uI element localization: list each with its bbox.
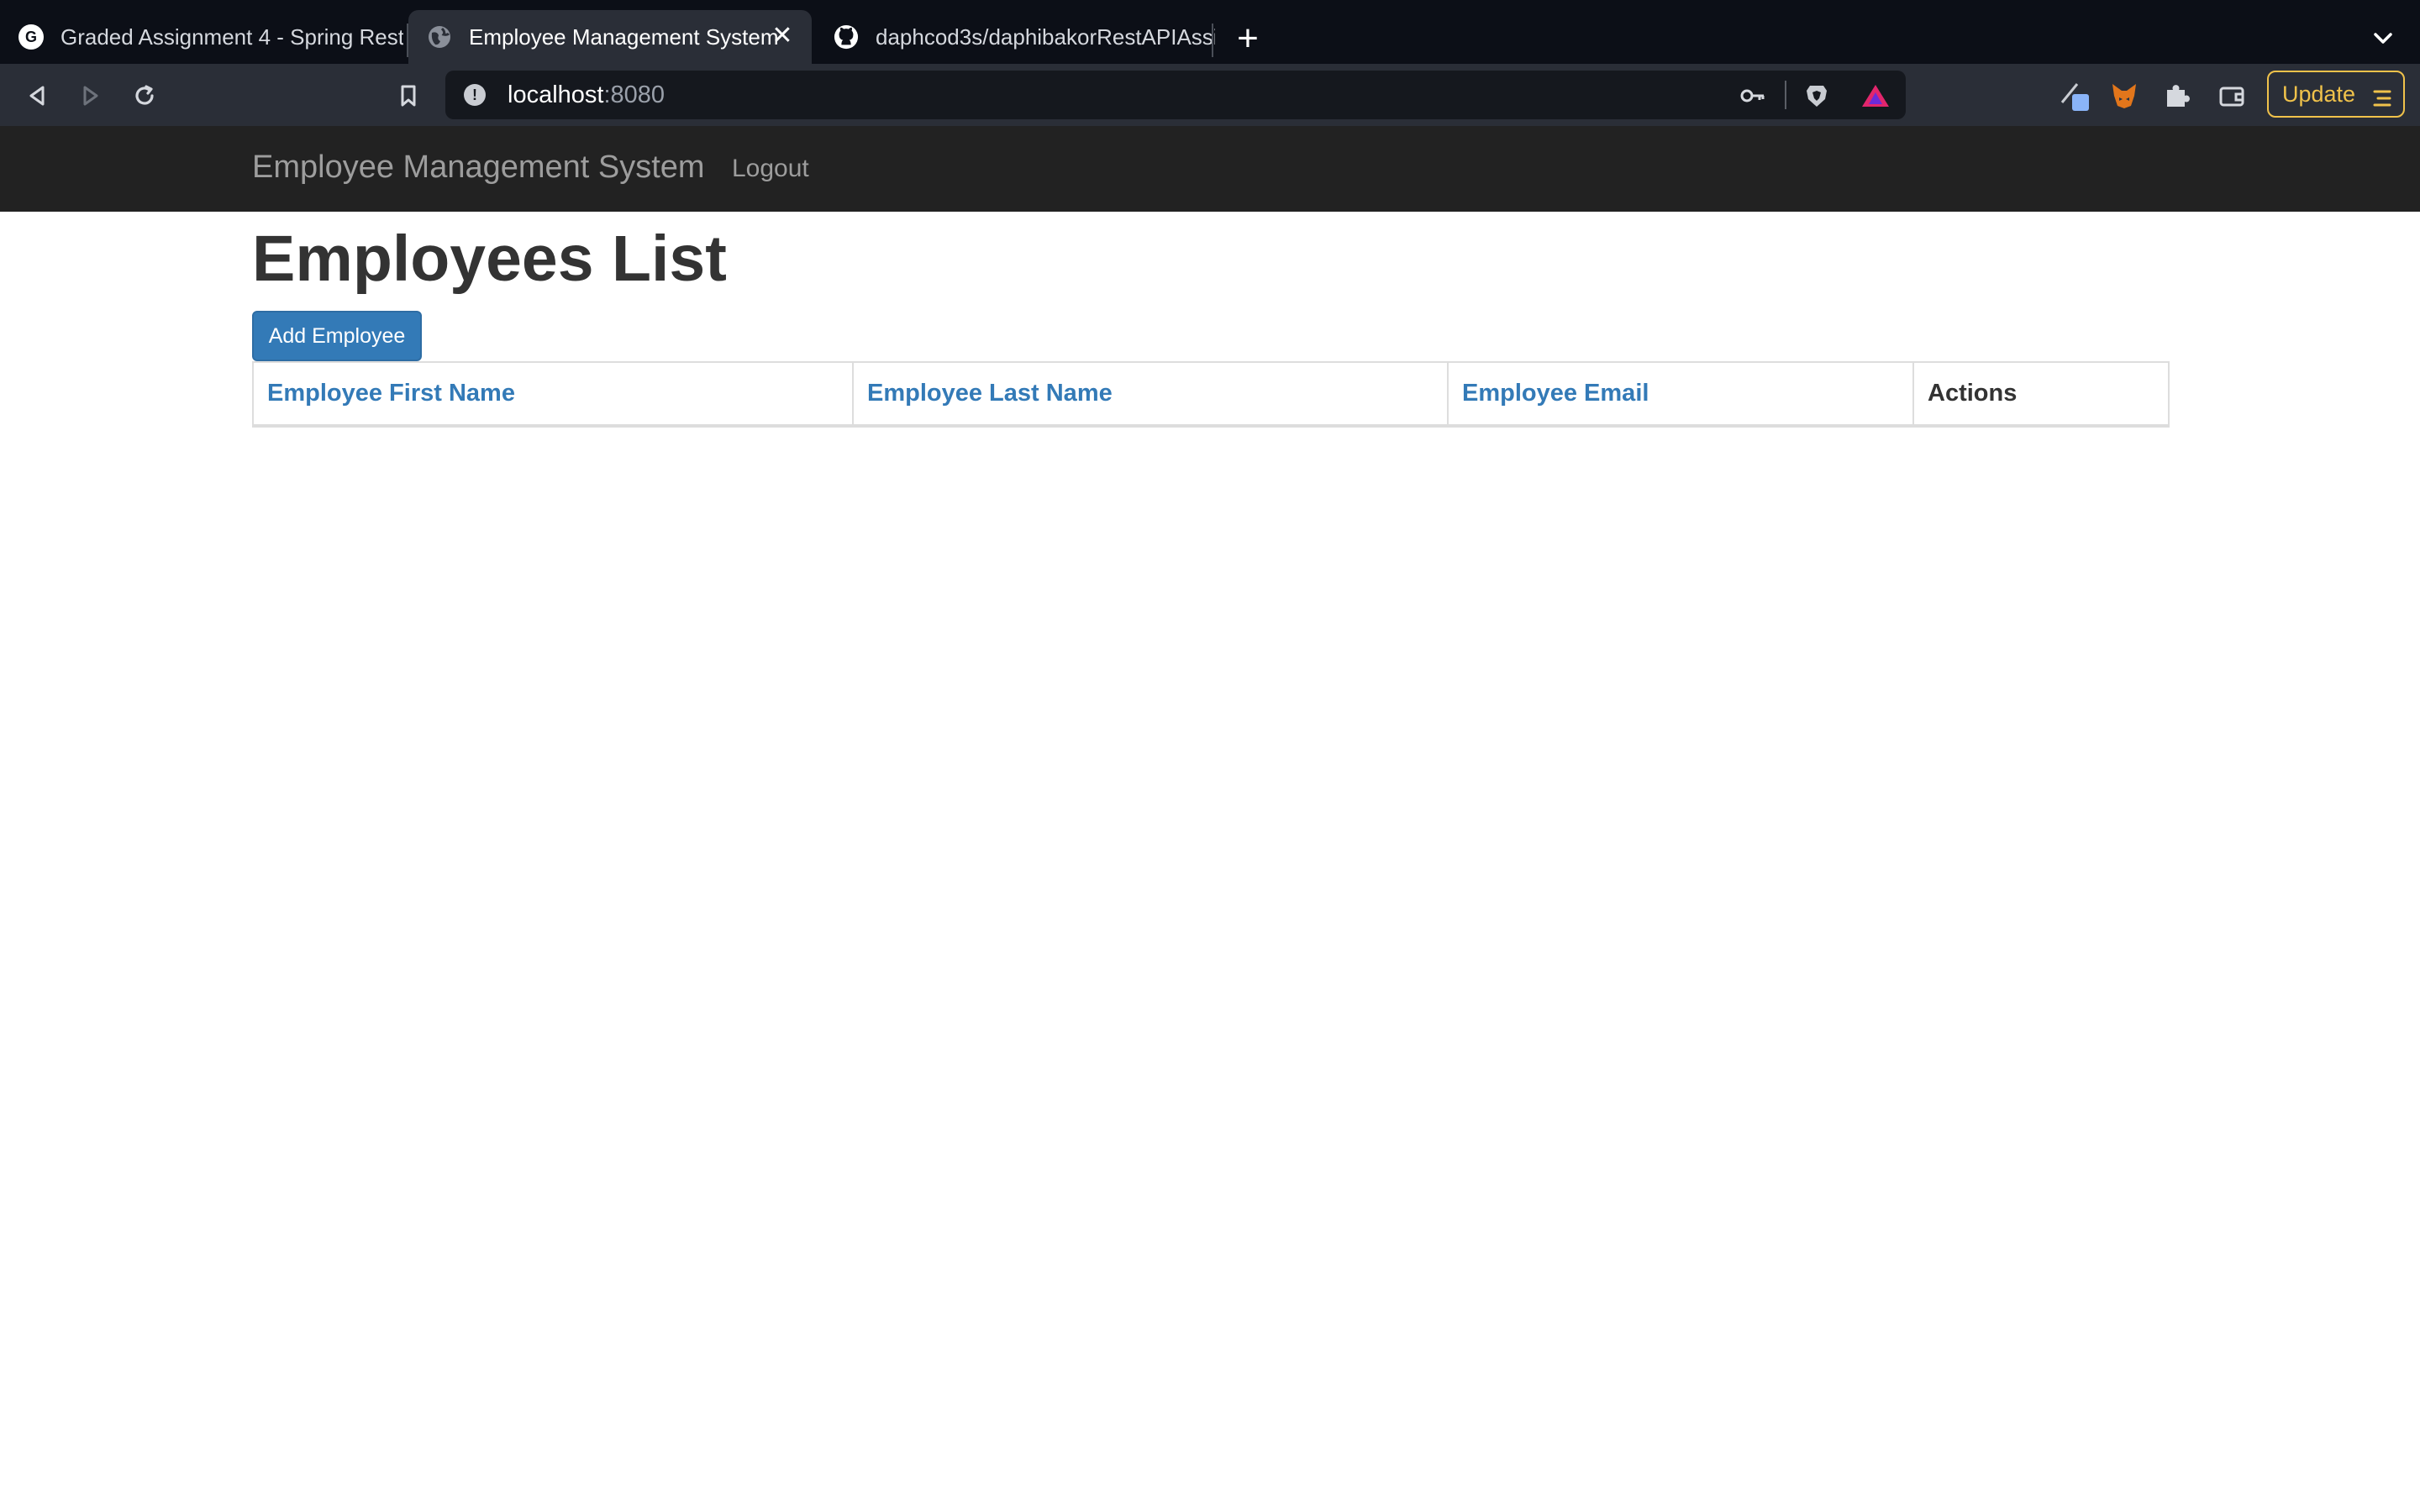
extensions-puzzle-icon[interactable] (2160, 79, 2193, 113)
menu-icon (2373, 87, 2391, 107)
column-header-first-name[interactable]: Employee First Name (252, 361, 854, 427)
wallet-icon[interactable] (2215, 79, 2249, 113)
column-header-last-name[interactable]: Employee Last Name (852, 361, 1449, 427)
add-employee-button[interactable]: Add Employee (252, 311, 422, 361)
svg-text:G: G (25, 29, 37, 45)
pen-extension-icon[interactable] (2057, 79, 2091, 113)
table-header-row: Employee First Name Employee Last Name E… (252, 361, 2170, 427)
browser-toolbar: ! localhost:8080 Update (0, 64, 2420, 126)
reload-button[interactable] (128, 79, 161, 113)
new-tab-button[interactable]: + (1228, 20, 1267, 59)
site-info-icon[interactable]: ! (464, 84, 486, 106)
url-port: :8080 (603, 81, 666, 108)
update-label: Update (2282, 81, 2356, 107)
tab-divider (1212, 24, 1213, 57)
globe-icon (427, 24, 452, 50)
bookmark-icon[interactable] (392, 79, 425, 113)
key-icon[interactable] (1739, 82, 1766, 109)
metamask-fox-icon[interactable] (2107, 79, 2141, 113)
column-header-actions: Actions (1912, 361, 2170, 427)
column-header-email[interactable]: Employee Email (1447, 361, 1914, 427)
url-host: localhost (508, 81, 604, 108)
navbar-brand[interactable]: Employee Management System (252, 150, 705, 186)
app-navbar: Employee Management System Logout (0, 126, 2420, 212)
update-browser-button[interactable]: Update (2267, 71, 2405, 118)
address-bar-divider (1785, 81, 1786, 109)
close-tab-icon[interactable]: ✕ (768, 22, 797, 50)
employees-table: Employee First Name Employee Last Name E… (252, 361, 2170, 428)
back-button[interactable] (20, 79, 54, 113)
browser-tab[interactable]: daphcod3s/daphibakorRestAPIAssig (815, 10, 1215, 64)
browser-tab-active[interactable]: Employee Management System ✕ (408, 10, 812, 64)
tab-title: daphcod3s/daphibakorRestAPIAssig (876, 24, 1215, 50)
brave-rewards-icon[interactable] (1860, 82, 1889, 109)
forward-button[interactable] (74, 79, 108, 113)
page-title: Employees List (252, 223, 727, 295)
chevron-down-icon[interactable] (2366, 22, 2400, 55)
tab-title: Employee Management System (469, 24, 779, 50)
github-icon (834, 24, 859, 50)
browser-tab[interactable]: G Graded Assignment 4 - Spring Rest (0, 10, 403, 64)
google-icon: G (18, 24, 44, 50)
tab-title: Graded Assignment 4 - Spring Rest (60, 24, 403, 50)
logout-link[interactable]: Logout (732, 155, 809, 183)
address-bar[interactable]: ! localhost:8080 (445, 71, 1906, 119)
brave-shields-icon[interactable] (1803, 82, 1830, 109)
browser-tab-strip: G Graded Assignment 4 - Spring Rest Empl… (0, 0, 2420, 64)
